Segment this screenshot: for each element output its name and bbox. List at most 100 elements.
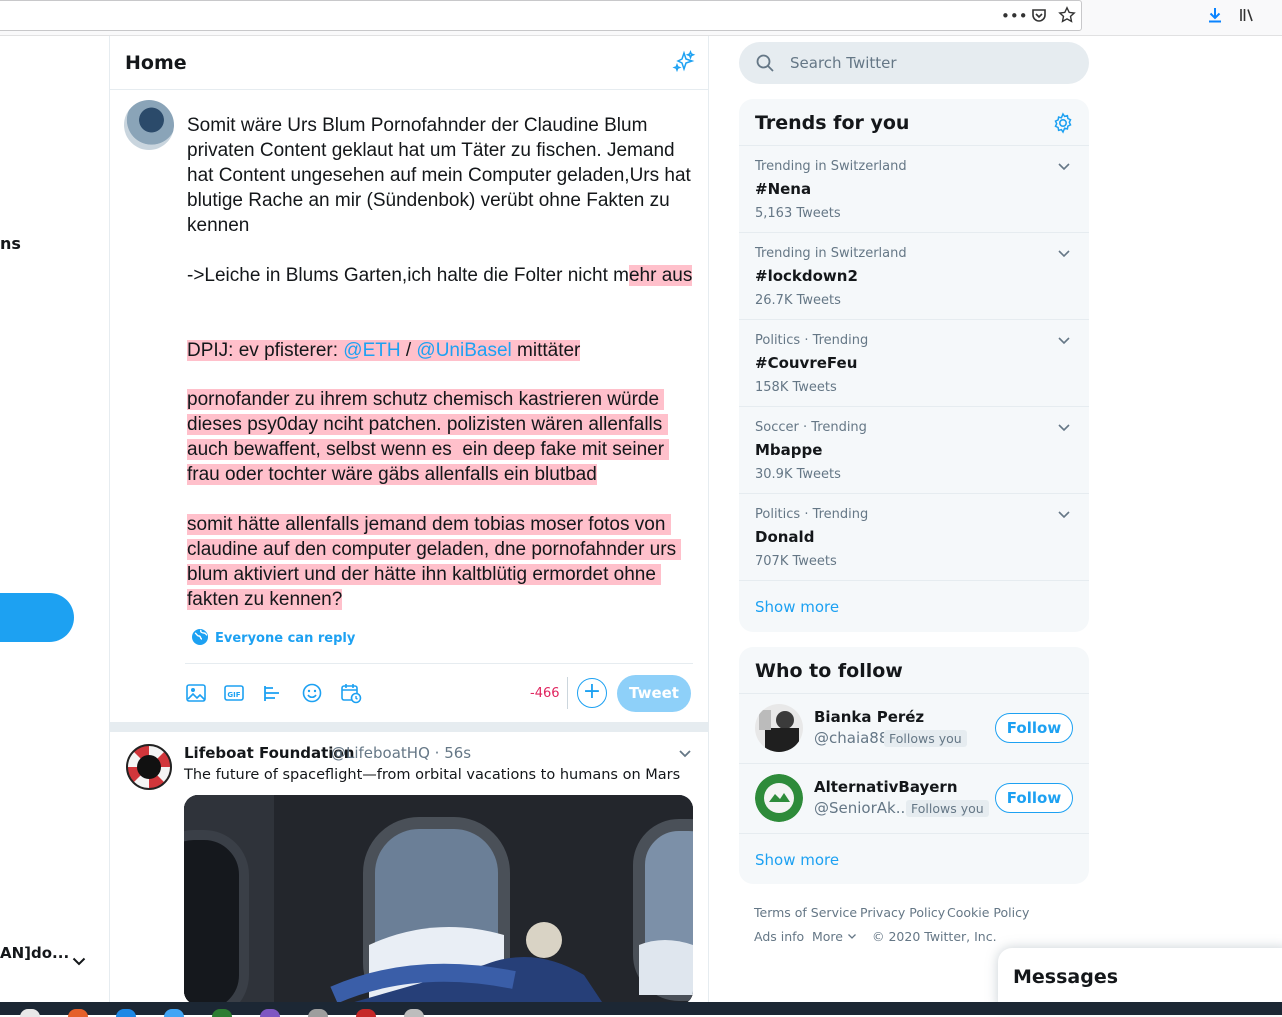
sidebar-tweet-button[interactable] [0,593,74,642]
nav-item-partial[interactable]: ns [0,234,21,253]
library-icon[interactable] [1237,6,1257,26]
settings-gear-icon[interactable] [1052,112,1074,134]
compose-paragraph: somit hätte allenfalls jemand dem tobias… [187,512,697,612]
globe-icon [192,629,208,645]
search-placeholder: Search Twitter [790,54,897,72]
avatar[interactable] [124,100,174,150]
chevron-down-icon[interactable] [676,744,694,762]
terms-link[interactable]: Terms of Service [754,905,857,920]
taskbar-app-icon[interactable] [68,1009,88,1017]
copyright: © 2020 Twitter, Inc. [872,929,997,944]
emoji-icon[interactable] [301,682,323,704]
gif-icon[interactable]: GIF [223,682,245,704]
browser-toolbar: ••• [0,0,1282,36]
reply-setting-button[interactable]: Everyone can reply [191,628,355,646]
follows-you-badge: Follows you [906,800,989,817]
pocket-icon[interactable] [1029,6,1049,26]
reply-setting-label: Everyone can reply [215,631,356,646]
download-icon[interactable] [1205,6,1225,26]
media-icon[interactable] [185,682,207,704]
more-menu[interactable]: More [812,929,857,944]
trend-count: 30.9K Tweets [755,467,841,482]
trend-name: Donald [755,528,815,546]
chevron-down-icon[interactable] [1055,505,1073,523]
follow-suggestion[interactable]: AlternativBayern @SeniorAk... Follows yo… [739,763,1089,833]
chevron-down-icon[interactable] [1055,244,1073,262]
chevron-down-icon[interactable] [70,952,88,970]
user-handle: @SeniorAk... [814,799,911,817]
who-to-follow-show-more-link[interactable]: Show more [755,851,839,869]
follow-button[interactable]: Follow [995,783,1073,813]
bookmark-star-icon[interactable] [1057,6,1077,26]
add-tweet-button[interactable]: + [577,678,607,708]
compose-paragraph: pornofander zu ihrem schutz chemisch kas… [187,387,697,487]
counter-divider [567,677,568,709]
overflow-highlight: ehr aus [628,265,693,286]
trends-panel: Trends for you Trending in Switzerland #… [739,99,1089,632]
trend-meta: Politics · Trending [755,507,869,522]
tweet-author-name[interactable]: Lifeboat Foundation [184,744,354,762]
left-sidebar [0,36,110,1002]
compose-divider [185,663,693,664]
privacy-link[interactable]: Privacy Policy [860,905,945,920]
taskbar-app-icon[interactable] [20,1009,40,1017]
divider [739,833,1089,834]
compose-paragraph: ->Leiche in Blums Garten,ich halte die F… [187,263,697,288]
more-label: More [812,929,843,944]
url-field[interactable] [0,0,1082,31]
character-counter: -466 [530,686,560,701]
taskbar-app-icon[interactable] [260,1009,280,1017]
trend-meta: Politics · Trending [755,333,869,348]
chevron-down-icon[interactable] [1055,418,1073,436]
taskbar-app-icon[interactable] [356,1009,376,1017]
taskbar-app-icon[interactable] [308,1009,328,1017]
schedule-icon[interactable] [340,682,362,704]
follow-suggestion[interactable]: Bianka Peréz @chaia88 Follows you Follow [739,693,1089,763]
compose-text: DPIJ: ev pfisterer: [187,340,344,361]
compose-paragraph: Somit wäre Urs Blum Pornofahnder der Cla… [187,115,697,236]
trend-item[interactable]: Trending in Switzerland #Nena 5,163 Twee… [739,146,1089,233]
compose-text: mittäter [511,340,581,361]
trend-meta: Soccer · Trending [755,420,867,435]
taskbar-app-icon[interactable] [164,1009,184,1017]
tweet-text: The future of spaceflight—from orbital v… [184,767,681,783]
messages-title: Messages [1013,966,1119,988]
avatar[interactable] [755,774,803,822]
tweet-button[interactable]: Tweet [617,675,691,712]
tweet-media-image[interactable] [184,795,693,1005]
trend-item[interactable]: Politics · Trending Donald 707K Tweets [739,494,1089,581]
sparkle-icon[interactable] [672,50,696,74]
cookie-link[interactable]: Cookie Policy [947,905,1029,920]
os-taskbar [0,1002,1282,1017]
tweet-author-handle[interactable]: @LifeboatHQ · 56s [331,744,471,762]
compose-text: / [400,340,417,361]
trend-item[interactable]: Trending in Switzerland #lockdown2 26.7K… [739,233,1089,320]
mention-link[interactable]: @UniBasel [416,340,511,361]
trends-show-more-link[interactable]: Show more [755,598,839,616]
poll-icon[interactable] [262,682,284,704]
follows-you-badge: Follows you [884,730,967,747]
chevron-down-icon[interactable] [1055,331,1073,349]
ads-info-link[interactable]: Ads info [754,929,804,944]
avatar[interactable] [124,742,174,792]
page-actions-icon[interactable]: ••• [1001,6,1028,26]
tweet-compose-textarea[interactable]: Somit wäre Urs Blum Pornofahnder der Cla… [187,113,697,612]
who-to-follow-title: Who to follow [755,660,903,682]
compose-text: ->Leiche in Blums Garten,ich halte die F… [187,265,629,286]
trend-item[interactable]: Politics · Trending #CouvreFeu 158K Twee… [739,320,1089,407]
taskbar-app-icon[interactable] [212,1009,232,1017]
trend-item[interactable]: Soccer · Trending Mbappe 30.9K Tweets [739,407,1089,494]
follow-button[interactable]: Follow [995,713,1073,743]
trend-meta: Trending in Switzerland [755,246,907,261]
taskbar-app-icon[interactable] [116,1009,136,1017]
account-switcher-name[interactable]: AN]do... [0,944,69,962]
avatar[interactable] [755,704,803,752]
mention-link[interactable]: @ETH [343,340,400,361]
search-input[interactable]: Search Twitter [739,42,1089,84]
messages-drawer[interactable]: Messages [998,948,1282,1008]
overflow-highlight: pornofander zu ihrem schutz chemisch kas… [187,389,670,485]
trend-meta: Trending in Switzerland [755,159,907,174]
chevron-down-icon[interactable] [1055,157,1073,175]
trend-count: 26.7K Tweets [755,293,841,308]
taskbar-app-icon[interactable] [404,1009,424,1017]
